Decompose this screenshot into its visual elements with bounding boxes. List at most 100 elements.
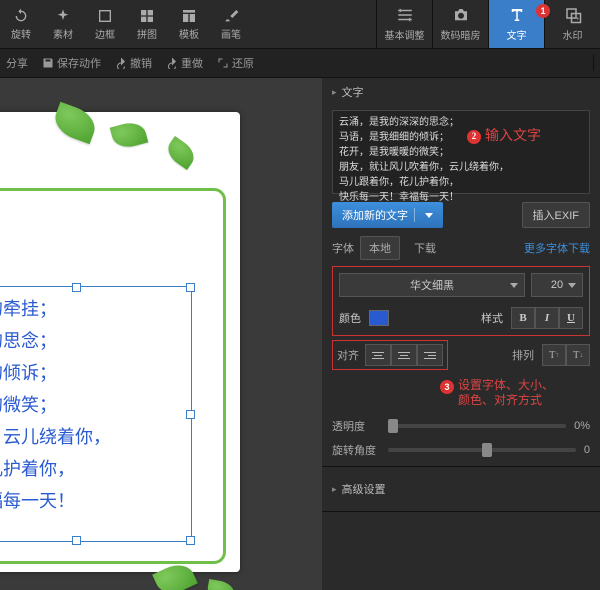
rotation-value: 0 <box>584 444 590 456</box>
redo-button[interactable]: 重做 <box>166 55 203 71</box>
align-right-button[interactable] <box>417 344 443 366</box>
annotation-1-badge: 1 <box>536 4 550 18</box>
undo-button[interactable]: 撤销 <box>115 55 152 71</box>
text-preview[interactable]: 云涌，是我的深深的思念； 马语，是我细细的倾诉； 花开，是我暖暖的微笑； 朋友，… <box>332 110 590 194</box>
arrange-down-button[interactable]: T↓ <box>566 344 590 366</box>
resize-handle[interactable] <box>186 536 195 545</box>
rotation-label: 旋转角度 <box>332 442 380 458</box>
annotation-1-num: 1 <box>540 6 545 16</box>
annotation-3-line2: 颜色、对齐方式 <box>458 393 554 408</box>
add-text-button[interactable]: 添加新的文字 <box>332 202 443 228</box>
opacity-value: 0% <box>574 420 590 432</box>
panel-title[interactable]: 文字 <box>322 78 600 106</box>
brush-icon <box>223 8 239 24</box>
redo-label: 重做 <box>181 55 203 71</box>
brush-tool[interactable]: 画笔 <box>210 0 252 48</box>
annotation-2-label: 输入文字 <box>485 129 541 144</box>
rotate-tool[interactable]: 旋转 <box>0 0 42 48</box>
restore-button[interactable]: 还原 <box>217 55 254 71</box>
canvas[interactable]: 绵的牵挂； 深的思念； 细的倾诉； 暖的微笑； 你，云儿绕着你， 花儿护着你， … <box>0 78 322 590</box>
arrange-buttons: T↑ T↓ <box>542 344 590 366</box>
preview-line: 朋友，就让风儿吹着你，云儿绕着你， <box>339 160 583 175</box>
undo-icon <box>115 57 127 69</box>
adjust-icon <box>396 6 414 24</box>
preview-line: 快乐每一天！幸福每一天！ <box>339 190 583 205</box>
action-bar: 分享 保存动作 撤销 重做 还原 <box>0 49 600 78</box>
preview-line: 云涌，是我的深深的思念； <box>339 115 583 130</box>
share-label: 分享 <box>6 55 28 71</box>
puzzle-tool[interactable]: 拼图 <box>126 0 168 48</box>
insert-exif-button[interactable]: 插入EXIF <box>522 202 590 228</box>
tab-watermark[interactable]: 1 + 水印 <box>544 0 600 48</box>
top-toolbar: 旋转 素材 边框 拼图 模板 画笔 基本调整 数码暗房 文字 1 <box>0 0 600 49</box>
align-left-button[interactable] <box>365 344 391 366</box>
align-label: 对齐 <box>337 347 359 363</box>
save-icon <box>42 57 54 69</box>
tab-basic[interactable]: 基本调整 <box>376 0 432 48</box>
tab-darkroom[interactable]: 数码暗房 <box>432 0 488 48</box>
poem-line: 你，云儿绕着你， <box>0 421 185 453</box>
bold-button[interactable]: B <box>511 307 535 329</box>
tab-darkroom-label: 数码暗房 <box>441 27 481 42</box>
poem-line: 深的思念； <box>0 325 185 357</box>
text-panel: 文字 云涌，是我的深深的思念； 马语，是我细细的倾诉； 花开，是我暖暖的微笑； … <box>322 78 600 590</box>
leaf-icon <box>206 579 236 590</box>
template-tool[interactable]: 模板 <box>168 0 210 48</box>
underline-button[interactable]: U <box>559 307 583 329</box>
save-action-label: 保存动作 <box>57 55 101 71</box>
restore-label: 还原 <box>232 55 254 71</box>
font-label: 字体 <box>332 240 354 256</box>
main-area: 绵的牵挂； 深的思念； 细的倾诉； 暖的微笑； 你，云儿绕着你， 花儿护着你， … <box>0 78 600 590</box>
template-label: 模板 <box>179 26 199 41</box>
font-source-tabs: 字体 本地 下载 更多字体下载 <box>332 236 590 260</box>
rotate-label: 旋转 <box>11 26 31 41</box>
material-tool[interactable]: 素材 <box>42 0 84 48</box>
preview-line: 马儿跟着你，花儿护着你， <box>339 175 583 190</box>
color-label: 颜色 <box>339 310 361 326</box>
annotation-2-badge: 2 <box>467 130 481 144</box>
border-icon <box>97 8 113 24</box>
share-button[interactable]: 分享 <box>6 55 28 71</box>
annotation-3-badge: 3 <box>440 380 454 394</box>
arrange-up-button[interactable]: T↑ <box>542 344 566 366</box>
redo-icon <box>166 57 178 69</box>
resize-handle[interactable] <box>72 283 81 292</box>
annotation-2: 2 输入文字 <box>467 129 541 144</box>
annotation-3-line1: 设置字体、大小、 <box>458 378 554 393</box>
poem-line: 暖的微笑； <box>0 389 185 421</box>
chevron-down-icon <box>568 283 576 288</box>
svg-text:+: + <box>575 15 579 22</box>
poem-line: 细的倾诉； <box>0 357 185 389</box>
resize-handle[interactable] <box>72 536 81 545</box>
brush-label: 画笔 <box>221 26 241 41</box>
tab-basic-label: 基本调整 <box>385 27 425 42</box>
opacity-slider[interactable] <box>388 424 566 428</box>
material-label: 素材 <box>53 26 73 41</box>
annotation-2-num: 2 <box>472 129 477 144</box>
more-fonts-link[interactable]: 更多字体下载 <box>524 240 590 256</box>
border-label: 边框 <box>95 26 115 41</box>
border-tool[interactable]: 边框 <box>84 0 126 48</box>
italic-button[interactable]: I <box>535 307 559 329</box>
advanced-section[interactable]: 高级设置 <box>322 475 600 503</box>
font-tab-local[interactable]: 本地 <box>360 236 400 260</box>
color-swatch[interactable] <box>369 310 389 326</box>
chevron-down-icon <box>510 283 518 288</box>
tab-watermark-label: 水印 <box>563 27 583 42</box>
resize-handle[interactable] <box>186 283 195 292</box>
font-family-select[interactable]: 华文细黑 <box>339 273 525 297</box>
resize-handle[interactable] <box>186 410 195 419</box>
rotation-slider[interactable] <box>388 448 576 452</box>
undo-label: 撤销 <box>130 55 152 71</box>
style-label: 样式 <box>481 310 503 326</box>
text-selection-box[interactable]: 绵的牵挂； 深的思念； 细的倾诉； 暖的微笑； 你，云儿绕着你， 花儿护着你， … <box>0 286 192 542</box>
align-center-button[interactable] <box>391 344 417 366</box>
save-action-button[interactable]: 保存动作 <box>42 55 101 71</box>
chevron-down-icon <box>425 213 433 218</box>
font-tab-download[interactable]: 下载 <box>406 237 444 259</box>
font-size-select[interactable]: 20 <box>531 273 583 297</box>
restore-icon <box>217 57 229 69</box>
grid-icon <box>139 8 155 24</box>
template-icon <box>181 8 197 24</box>
poem-line: 花儿护着你， <box>0 453 185 485</box>
